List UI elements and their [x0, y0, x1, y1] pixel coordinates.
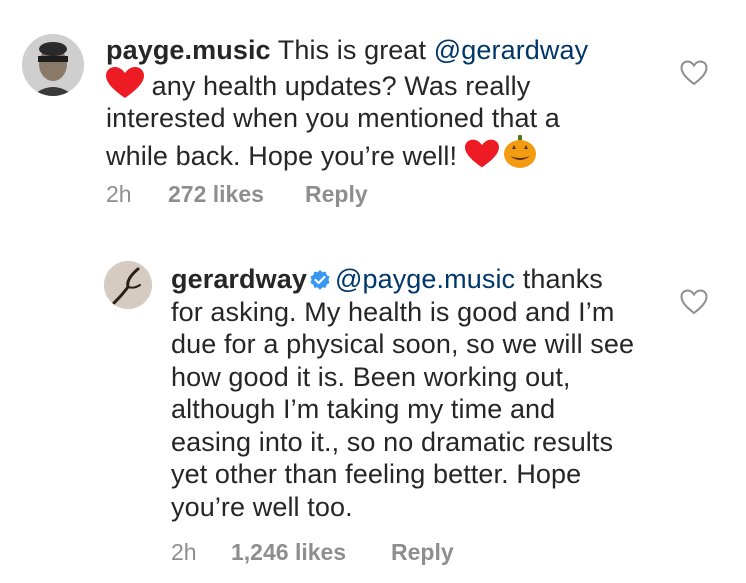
avatar-payge[interactable]	[22, 34, 84, 96]
mention-payge-music[interactable]: @payge.music	[335, 264, 515, 294]
mention-gerardway[interactable]: @gerardway	[434, 35, 588, 65]
timestamp: 2h	[171, 539, 197, 565]
avatar-gerardway[interactable]	[104, 261, 152, 309]
reply-button[interactable]: Reply	[391, 539, 454, 566]
avatar-photo-icon	[22, 34, 84, 96]
likes-count[interactable]: 272 likes	[168, 181, 264, 208]
username-gerardway[interactable]: gerardway	[171, 264, 307, 294]
red-heart-emoji	[106, 66, 144, 98]
red-heart-emoji	[464, 139, 499, 167]
comment-text-payge: payge.music This is great @gerardway any…	[106, 35, 589, 171]
reply-button[interactable]: Reply	[305, 181, 368, 208]
verified-badge-icon	[310, 270, 330, 290]
comment-text-gerardway: gerardway @payge.music thanks for asking.…	[171, 264, 635, 522]
comment-payge: payge.music This is great @gerardway any…	[0, 0, 746, 230]
jack-o-lantern-emoji	[503, 134, 536, 168]
timestamp: 2h	[106, 181, 132, 207]
username-payge[interactable]: payge.music	[106, 35, 271, 65]
heart-outline-icon	[680, 60, 708, 86]
like-comment-button[interactable]	[680, 289, 708, 315]
likes-count[interactable]: 1,246 likes	[231, 539, 346, 566]
heart-outline-icon	[680, 289, 708, 315]
avatar-photo-icon	[104, 261, 152, 309]
comment-gerardway: gerardway @payge.music thanks for asking.…	[0, 230, 746, 583]
like-comment-button[interactable]	[680, 60, 708, 86]
